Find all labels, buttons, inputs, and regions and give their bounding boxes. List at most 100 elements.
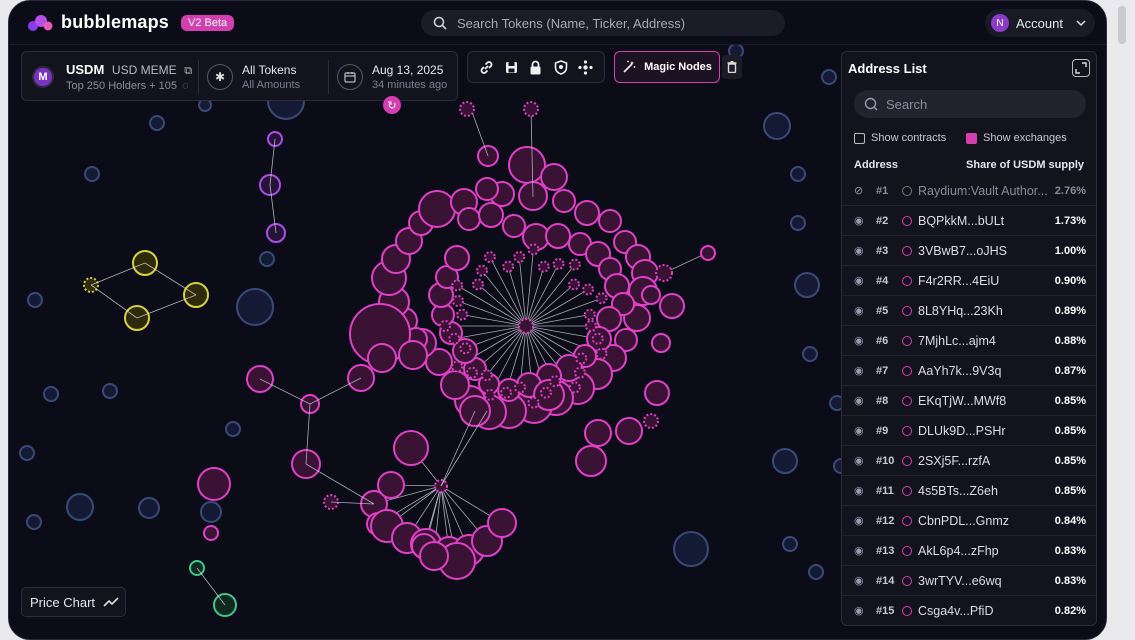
wallet-bubble[interactable] xyxy=(456,308,469,321)
wallet-bubble[interactable] xyxy=(552,257,565,270)
wallet-bubble[interactable] xyxy=(583,308,596,321)
wallet-bubble[interactable] xyxy=(149,115,165,131)
save-icon[interactable] xyxy=(502,58,520,76)
wallet-bubble[interactable] xyxy=(772,448,798,474)
table-row[interactable]: ◉ #13 AkL6p4...zFhp 0.83% xyxy=(842,536,1096,566)
wallet-bubble[interactable] xyxy=(478,202,504,228)
wallet-bubble[interactable] xyxy=(575,352,588,365)
wallet-bubble[interactable] xyxy=(500,386,513,399)
wallet-bubble[interactable] xyxy=(595,347,608,360)
copy-icon[interactable]: ⧉ xyxy=(184,65,192,77)
table-row[interactable]: ◉ #11 4s5BTs...Z6eh 0.85% xyxy=(842,476,1096,506)
table-row[interactable]: ◉ #15 Csga4v...PfiD 0.82% xyxy=(842,596,1096,625)
wallet-bubble[interactable] xyxy=(27,292,43,308)
row-address[interactable]: Raydium:Vault Author... xyxy=(918,184,1048,198)
wallet-bubble[interactable] xyxy=(643,413,659,429)
wallet-bubble[interactable] xyxy=(471,278,484,291)
wallet-bubble[interactable] xyxy=(367,343,397,373)
wallet-bubble[interactable] xyxy=(808,564,824,580)
table-row[interactable]: ◉ #5 8L8YHq...23Kh 0.89% xyxy=(842,296,1096,326)
row-address[interactable]: 3VBwB7...oJHS xyxy=(918,244,1007,258)
eye-icon[interactable]: ◉ xyxy=(854,244,864,257)
table-row[interactable]: ◉ #10 2SXj5F...rzfA 0.85% xyxy=(842,446,1096,476)
wallet-bubble[interactable] xyxy=(197,467,231,501)
wallet-bubble[interactable] xyxy=(451,279,464,292)
wallet-bubble[interactable] xyxy=(545,223,571,249)
wallet-bubble[interactable] xyxy=(457,207,481,231)
table-row[interactable]: ◉ #12 CbnPDL...Gnmz 0.84% xyxy=(842,506,1096,536)
table-row[interactable]: ⊘ #1 Raydium:Vault Author... 2.76% xyxy=(842,176,1096,206)
wallet-bubble[interactable] xyxy=(782,536,798,552)
wallet-bubble[interactable] xyxy=(659,293,685,319)
wallet-bubble[interactable] xyxy=(655,264,673,282)
wallet-bubble[interactable] xyxy=(615,417,643,445)
wallet-bubble[interactable] xyxy=(568,278,581,291)
wallet-bubble[interactable] xyxy=(527,396,540,409)
eye-icon[interactable]: ◉ xyxy=(854,394,864,407)
eye-icon[interactable]: ◉ xyxy=(854,334,864,347)
token-search-input[interactable]: Search Tokens (Name, Ticker, Address) xyxy=(421,10,785,36)
wallet-bubble[interactable] xyxy=(548,375,561,388)
table-row[interactable]: ◉ #7 AaYh7k...9V3q 0.87% xyxy=(842,356,1096,386)
refresh-icon[interactable]: ↻ xyxy=(383,96,401,114)
eye-icon[interactable]: ◉ xyxy=(854,514,864,527)
filter-title[interactable]: All Tokens xyxy=(242,63,296,77)
snapshot-date[interactable]: Aug 13, 2025 xyxy=(372,63,443,77)
wallet-bubble[interactable] xyxy=(523,101,539,117)
wallet-bubble[interactable] xyxy=(84,166,100,182)
row-address[interactable]: DLUk9D...PSHr xyxy=(918,424,1006,438)
wallet-bubble[interactable] xyxy=(439,320,451,332)
wallet-bubble[interactable] xyxy=(651,333,671,353)
wallet-bubble[interactable] xyxy=(459,101,475,117)
wallet-bubble[interactable] xyxy=(508,146,546,184)
wallet-bubble[interactable] xyxy=(236,288,274,326)
wallet-bubble[interactable] xyxy=(451,360,464,373)
wallet-bubble[interactable] xyxy=(582,283,595,296)
row-address[interactable]: 7MjhLc...ajm4 xyxy=(918,334,996,348)
wallet-bubble[interactable] xyxy=(595,292,608,305)
eye-icon[interactable]: ◉ xyxy=(854,364,864,377)
magic-nodes-button[interactable]: Magic Nodes xyxy=(614,51,720,83)
wallet-bubble[interactable] xyxy=(43,386,59,402)
row-address[interactable]: AkL6p4...zFhp xyxy=(918,544,999,558)
wallet-bubble[interactable] xyxy=(259,251,275,267)
wallet-bubble[interactable] xyxy=(451,294,464,307)
wallet-bubble[interactable] xyxy=(102,383,118,399)
table-row[interactable]: ◉ #3 3VBwB7...oJHS 1.00% xyxy=(842,236,1096,266)
eye-icon[interactable]: ◉ xyxy=(854,544,864,557)
wallet-bubble[interactable] xyxy=(200,501,222,523)
wallet-bubble[interactable] xyxy=(568,258,581,271)
table-row[interactable]: ◉ #2 BQPkkM...bULt 1.73% xyxy=(842,206,1096,236)
trash-icon[interactable] xyxy=(722,55,742,79)
row-address[interactable]: Csga4v...PfiD xyxy=(918,604,994,618)
wallet-bubble[interactable] xyxy=(514,381,527,394)
wallet-bubble[interactable] xyxy=(483,388,496,401)
wallet-bubble[interactable] xyxy=(700,245,716,261)
wallet-bubble[interactable] xyxy=(418,190,456,228)
wallet-bubble[interactable] xyxy=(821,69,837,85)
wallet-bubble[interactable] xyxy=(502,260,515,273)
wallet-bubble[interactable] xyxy=(483,251,496,264)
wallet-bubble[interactable] xyxy=(539,386,552,399)
wallet-bubble[interactable] xyxy=(475,177,499,201)
eye-off-icon[interactable]: ⊘ xyxy=(854,184,863,197)
table-row[interactable]: ◉ #14 3wrTYV...e6wq 0.83% xyxy=(842,566,1096,596)
wallet-bubble[interactable] xyxy=(552,189,576,213)
account-button[interactable]: N Account xyxy=(985,9,1095,37)
wallet-bubble[interactable] xyxy=(398,340,428,370)
expand-icon[interactable] xyxy=(1072,59,1090,77)
row-address[interactable]: AaYh7k...9V3q xyxy=(918,364,1001,378)
wallet-bubble[interactable] xyxy=(575,445,607,477)
table-row[interactable]: ◉ #9 DLUk9D...PSHr 0.85% xyxy=(842,416,1096,446)
wallet-bubble[interactable] xyxy=(66,493,94,521)
wallet-bubble[interactable] xyxy=(138,497,160,519)
row-address[interactable]: 4s5BTs...Z6eh xyxy=(918,484,998,498)
wallet-bubble[interactable] xyxy=(574,200,600,226)
wallet-bubble[interactable] xyxy=(466,366,479,379)
wallet-bubble[interactable] xyxy=(540,163,568,191)
address-search-input[interactable]: Search xyxy=(854,90,1086,118)
eye-icon[interactable]: ◉ xyxy=(854,574,864,587)
wallet-bubble[interactable] xyxy=(19,445,35,461)
logo[interactable]: bubblemaps V2 Beta xyxy=(27,12,235,33)
wallet-bubble[interactable] xyxy=(537,260,550,273)
